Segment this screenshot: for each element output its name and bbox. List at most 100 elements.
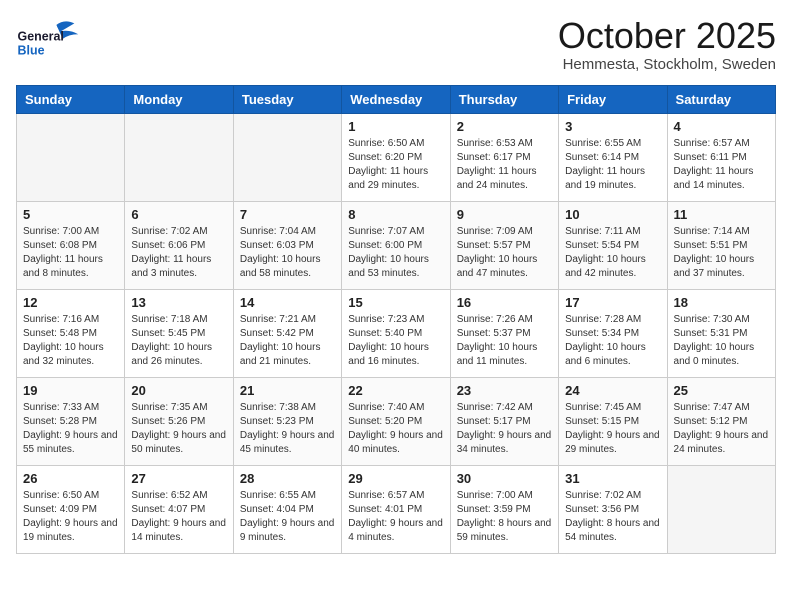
day-cell: 14 Sunrise: 7:21 AMSunset: 5:42 PMDayligh…: [233, 289, 341, 377]
weekday-header-monday: Monday: [125, 85, 233, 113]
day-cell: 29 Sunrise: 6:57 AMSunset: 4:01 PMDayligh…: [342, 465, 450, 553]
day-number: 14: [240, 295, 335, 310]
day-number: 5: [23, 207, 118, 222]
day-info: Sunrise: 6:53 AMSunset: 6:17 PMDaylight:…: [457, 137, 552, 193]
weekday-header-friday: Friday: [559, 85, 667, 113]
day-cell: 5 Sunrise: 7:00 AMSunset: 6:08 PMDaylight…: [17, 201, 125, 289]
day-cell: [17, 113, 125, 201]
day-info: Sunrise: 7:07 AMSunset: 6:00 PMDaylight:…: [348, 225, 443, 281]
day-number: 1: [348, 119, 443, 134]
day-info: Sunrise: 7:40 AMSunset: 5:20 PMDaylight:…: [348, 401, 443, 457]
day-cell: 28 Sunrise: 6:55 AMSunset: 4:04 PMDayligh…: [233, 465, 341, 553]
weekday-header-row: SundayMondayTuesdayWednesdayThursdayFrid…: [17, 85, 776, 113]
day-cell: 3Sunrise: 6:55 AMSunset: 6:14 PMDaylight…: [559, 113, 667, 201]
day-info: Sunrise: 7:28 AMSunset: 5:34 PMDaylight:…: [565, 313, 660, 369]
day-info: Sunrise: 6:57 AMSunset: 4:01 PMDaylight:…: [348, 489, 443, 545]
day-info: Sunrise: 6:50 AMSunset: 6:20 PMDaylight:…: [348, 137, 443, 193]
day-cell: 10Sunrise: 7:11 AMSunset: 5:54 PMDayligh…: [559, 201, 667, 289]
svg-text:General: General: [18, 29, 64, 43]
page-header: General Blue October 2025 Hemmesta, Stoc…: [16, 16, 776, 73]
day-info: Sunrise: 7:23 AMSunset: 5:40 PMDaylight:…: [348, 313, 443, 369]
day-cell: 18Sunrise: 7:30 AMSunset: 5:31 PMDayligh…: [667, 289, 775, 377]
day-number: 16: [457, 295, 552, 310]
day-number: 30: [457, 471, 552, 486]
day-number: 20: [131, 383, 226, 398]
logo: General Blue: [16, 16, 86, 61]
day-number: 15: [348, 295, 443, 310]
calendar-table: SundayMondayTuesdayWednesdayThursdayFrid…: [16, 85, 776, 554]
week-row-5: 26 Sunrise: 6:50 AMSunset: 4:09 PMDayligh…: [17, 465, 776, 553]
day-cell: 25 Sunrise: 7:47 AMSunset: 5:12 PMDayligh…: [667, 377, 775, 465]
day-number: 7: [240, 207, 335, 222]
day-number: 25: [674, 383, 769, 398]
weekday-header-thursday: Thursday: [450, 85, 558, 113]
day-number: 26: [23, 471, 118, 486]
day-number: 9: [457, 207, 552, 222]
day-number: 23: [457, 383, 552, 398]
day-number: 6: [131, 207, 226, 222]
day-info: Sunrise: 6:50 AMSunset: 4:09 PMDaylight:…: [23, 489, 118, 545]
day-cell: 7 Sunrise: 7:04 AMSunset: 6:03 PMDaylight…: [233, 201, 341, 289]
day-cell: 26 Sunrise: 6:50 AMSunset: 4:09 PMDayligh…: [17, 465, 125, 553]
day-number: 29: [348, 471, 443, 486]
day-number: 27: [131, 471, 226, 486]
day-cell: [125, 113, 233, 201]
day-cell: 13Sunrise: 7:18 AMSunset: 5:45 PMDayligh…: [125, 289, 233, 377]
day-cell: 9 Sunrise: 7:09 AMSunset: 5:57 PMDaylight…: [450, 201, 558, 289]
day-number: 17: [565, 295, 660, 310]
month-title: October 2025: [558, 16, 776, 56]
day-info: Sunrise: 7:47 AMSunset: 5:12 PMDaylight:…: [674, 401, 769, 457]
day-info: Sunrise: 7:09 AMSunset: 5:57 PMDaylight:…: [457, 225, 552, 281]
day-cell: 20 Sunrise: 7:35 AMSunset: 5:26 PMDayligh…: [125, 377, 233, 465]
day-info: Sunrise: 7:00 AMSunset: 6:08 PMDaylight:…: [23, 225, 118, 281]
day-number: 24: [565, 383, 660, 398]
week-row-1: 1 Sunrise: 6:50 AMSunset: 6:20 PMDaylight…: [17, 113, 776, 201]
day-number: 21: [240, 383, 335, 398]
day-info: Sunrise: 7:14 AMSunset: 5:51 PMDaylight:…: [674, 225, 769, 281]
day-cell: 4Sunrise: 6:57 AMSunset: 6:11 PMDaylight…: [667, 113, 775, 201]
logo-svg: General Blue: [16, 16, 86, 61]
day-cell: 6 Sunrise: 7:02 AMSunset: 6:06 PMDaylight…: [125, 201, 233, 289]
day-cell: 1 Sunrise: 6:50 AMSunset: 6:20 PMDaylight…: [342, 113, 450, 201]
day-cell: 21 Sunrise: 7:38 AMSunset: 5:23 PMDayligh…: [233, 377, 341, 465]
day-cell: 2 Sunrise: 6:53 AMSunset: 6:17 PMDaylight…: [450, 113, 558, 201]
day-info: Sunrise: 7:16 AMSunset: 5:48 PMDaylight:…: [23, 313, 118, 369]
day-cell: 27Sunrise: 6:52 AMSunset: 4:07 PMDayligh…: [125, 465, 233, 553]
day-info: Sunrise: 6:57 AMSunset: 6:11 PMDaylight:…: [674, 137, 769, 193]
day-number: 12: [23, 295, 118, 310]
day-cell: 31 Sunrise: 7:02 AMSunset: 3:56 PMDayligh…: [559, 465, 667, 553]
day-info: Sunrise: 7:21 AMSunset: 5:42 PMDaylight:…: [240, 313, 335, 369]
week-row-4: 19Sunrise: 7:33 AMSunset: 5:28 PMDayligh…: [17, 377, 776, 465]
day-info: Sunrise: 6:55 AMSunset: 4:04 PMDaylight:…: [240, 489, 335, 545]
day-info: Sunrise: 7:04 AMSunset: 6:03 PMDaylight:…: [240, 225, 335, 281]
day-info: Sunrise: 7:02 AMSunset: 6:06 PMDaylight:…: [131, 225, 226, 281]
day-number: 28: [240, 471, 335, 486]
day-info: Sunrise: 7:35 AMSunset: 5:26 PMDaylight:…: [131, 401, 226, 457]
weekday-header-sunday: Sunday: [17, 85, 125, 113]
weekday-header-wednesday: Wednesday: [342, 85, 450, 113]
day-info: Sunrise: 7:33 AMSunset: 5:28 PMDaylight:…: [23, 401, 118, 457]
day-info: Sunrise: 7:45 AMSunset: 5:15 PMDaylight:…: [565, 401, 660, 457]
day-info: Sunrise: 7:11 AMSunset: 5:54 PMDaylight:…: [565, 225, 660, 281]
day-info: Sunrise: 7:38 AMSunset: 5:23 PMDaylight:…: [240, 401, 335, 457]
day-number: 31: [565, 471, 660, 486]
day-info: Sunrise: 7:26 AMSunset: 5:37 PMDaylight:…: [457, 313, 552, 369]
week-row-2: 5 Sunrise: 7:00 AMSunset: 6:08 PMDaylight…: [17, 201, 776, 289]
week-row-3: 12 Sunrise: 7:16 AMSunset: 5:48 PMDayligh…: [17, 289, 776, 377]
day-cell: [233, 113, 341, 201]
day-info: Sunrise: 6:55 AMSunset: 6:14 PMDaylight:…: [565, 137, 660, 193]
day-cell: 11Sunrise: 7:14 AMSunset: 5:51 PMDayligh…: [667, 201, 775, 289]
day-number: 13: [131, 295, 226, 310]
day-info: Sunrise: 7:42 AMSunset: 5:17 PMDaylight:…: [457, 401, 552, 457]
svg-text:Blue: Blue: [18, 43, 45, 57]
day-number: 22: [348, 383, 443, 398]
day-cell: 19Sunrise: 7:33 AMSunset: 5:28 PMDayligh…: [17, 377, 125, 465]
day-number: 18: [674, 295, 769, 310]
day-cell: 16 Sunrise: 7:26 AMSunset: 5:37 PMDayligh…: [450, 289, 558, 377]
day-cell: 30Sunrise: 7:00 AMSunset: 3:59 PMDayligh…: [450, 465, 558, 553]
day-cell: 22 Sunrise: 7:40 AMSunset: 5:20 PMDayligh…: [342, 377, 450, 465]
weekday-header-saturday: Saturday: [667, 85, 775, 113]
day-cell: [667, 465, 775, 553]
day-info: Sunrise: 7:02 AMSunset: 3:56 PMDaylight:…: [565, 489, 660, 545]
day-number: 2: [457, 119, 552, 134]
